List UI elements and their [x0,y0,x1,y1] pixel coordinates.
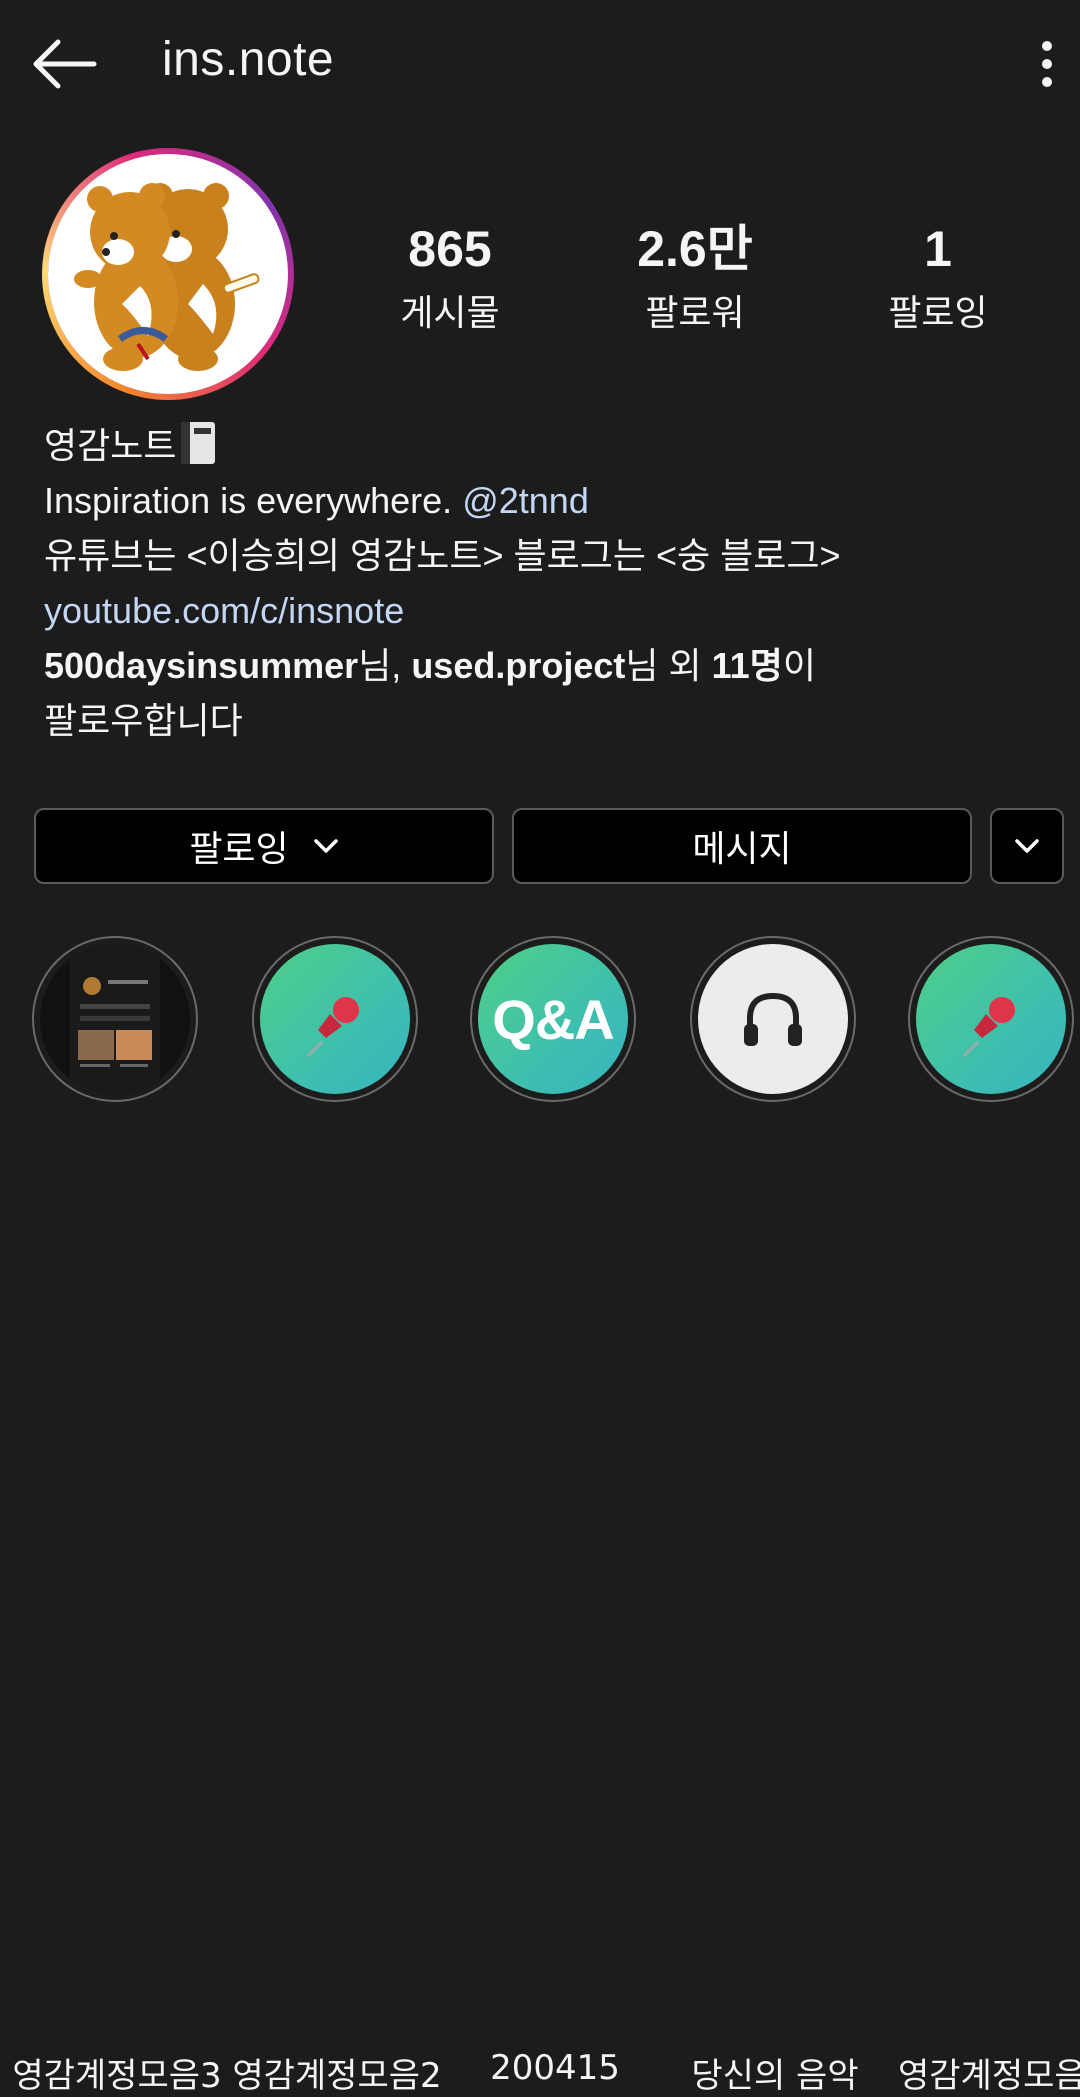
posts-count: 865 [408,221,492,277]
highlight-cover-screenshot [40,944,190,1094]
stat-following[interactable]: 1 팔로잉 [828,218,1048,342]
bio-line-1: Inspiration is everywhere. @2tnnd [44,473,1044,528]
mention-link[interactable]: @2tnnd [462,480,589,521]
bio-line-2: 유튜브는 <이승희의 영감노트> 블로그는 <숭 블로그> [44,535,841,576]
followed-by-sep-1: 님, [358,645,412,686]
top-bar: ins.note [0,0,1080,130]
bio-tagline: Inspiration is everywhere. [44,480,453,521]
highlight-1[interactable]: 영감계정모음3 [12,936,222,2096]
followed-by-sep-2: 님 외 [625,645,712,686]
highlight-cover-text: Q&A [492,987,614,1051]
followers-count: 2.6만 [637,221,753,277]
highlight-label: 200415 [490,2048,620,2088]
website-link[interactable]: youtube.com/c/insnote [44,583,1044,638]
stat-followers[interactable]: 2.6만 팔로워 [585,218,805,342]
highlight-5[interactable]: 영감계정모음 [898,936,1080,2096]
highlight-label: 영감계정모음3 [12,2056,222,2096]
message-button-label: 메시지 [692,829,792,870]
following-count: 1 [924,221,952,277]
following-button[interactable]: 팔로잉 [34,808,494,884]
display-name: 영감노트 [44,425,177,466]
bio-name-row: 영감노트 [44,418,1044,473]
highlight-2[interactable]: 영감계정모음2 [232,936,442,2096]
follower-username-2: used.project [411,645,626,686]
pushpin-icon [962,997,1015,1058]
suggested-accounts-button[interactable] [990,808,1064,884]
follower-username-1: 500daysinsummer [44,645,359,686]
pushpin-icon [306,997,359,1058]
highlight-label: 영감계정모음2 [232,2056,442,2096]
chevron-down-icon [1015,839,1039,853]
highlight-4[interactable]: 당신의 음악 [690,936,860,2096]
headphones-icon [744,992,802,1046]
more-options-icon[interactable] [1028,38,1066,90]
followed-by-line-2: 팔로우합니다 [44,700,243,741]
profile-bio: 영감노트 Inspiration is everywhere. @2tnnd 유… [44,418,1044,748]
chevron-down-icon [313,839,338,853]
profile-username: ins.note [162,33,335,86]
followed-by-line[interactable]: 500daysinsummer님, used.project님 외 11명이 [44,638,1044,693]
avatar-bears-illustration [48,154,288,394]
back-arrow-icon[interactable] [28,34,100,94]
profile-avatar[interactable] [42,148,294,400]
following-button-label: 팔로잉 [189,829,289,870]
followed-by-count: 11명 [711,645,783,686]
posts-label: 게시물 [400,293,500,334]
followers-label: 팔로워 [645,293,745,334]
highlight-label: 영감계정모음 [898,2056,1080,2096]
highlight-label: 당신의 음악 [691,2056,859,2096]
highlight-3[interactable]: Q&A 200415 [470,936,640,2088]
following-label: 팔로잉 [888,293,988,334]
message-button[interactable]: 메시지 [512,808,972,884]
notebook-icon [181,422,216,464]
stat-posts[interactable]: 865 게시물 [340,218,560,342]
followed-by-suffix: 이 [782,645,816,686]
